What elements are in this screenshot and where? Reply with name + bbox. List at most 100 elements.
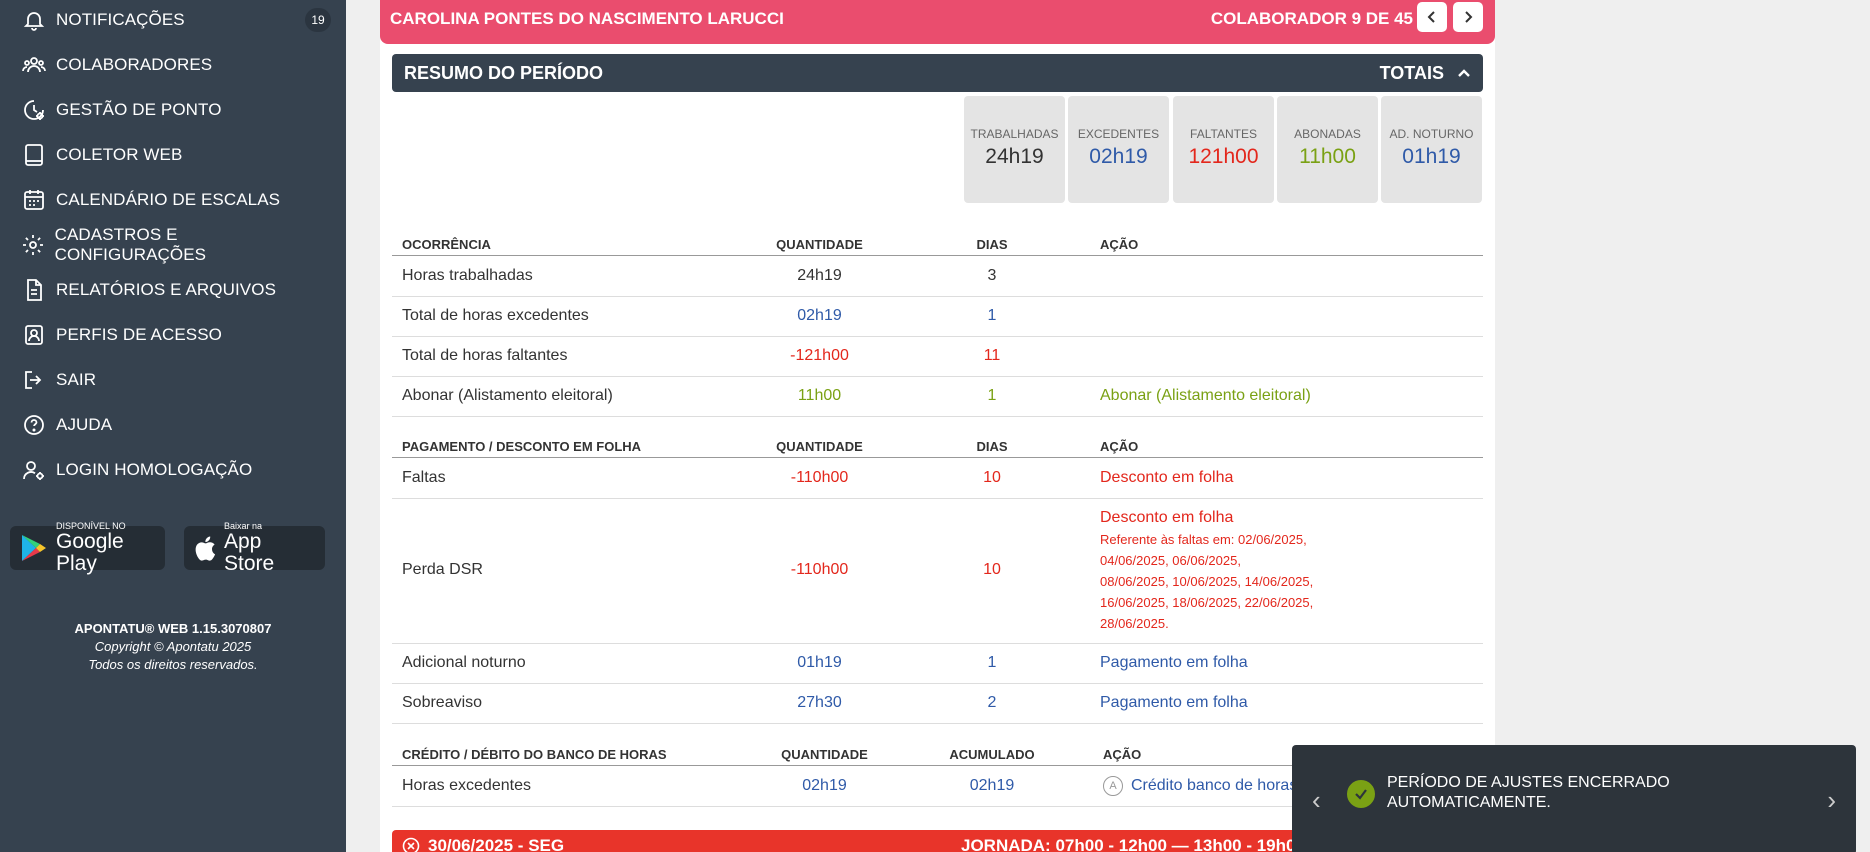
sidebar-item-colaboradores[interactable]: COLABORADORES: [20, 45, 320, 85]
copyright-text: Copyright © Apontatu 2025: [94, 639, 252, 654]
sidebar-item-sair[interactable]: SAIR: [20, 360, 320, 400]
dsr-reference-line: 16/06/2025, 18/06/2025, 22/06/2025,: [1100, 595, 1314, 610]
row-days: 1: [987, 307, 997, 324]
total-label: EXCEDENTES: [1077, 127, 1160, 141]
row-action: Abonar (Alistamento eleitoral): [1100, 387, 1311, 404]
sidebar-item-label: COLABORADORES: [56, 55, 213, 74]
next-employee-button[interactable]: [1453, 2, 1483, 32]
row-name: Total de horas excedentes: [402, 307, 589, 324]
total-label: ABONADAS: [1294, 127, 1361, 141]
total-value: 02h19: [1089, 145, 1148, 168]
row-name: Horas excedentes: [402, 777, 531, 794]
row-days: 1: [987, 387, 997, 404]
toast-prev-button[interactable]: ‹: [1312, 785, 1321, 816]
error-circle-icon: [402, 837, 420, 852]
total-box-abonadas: ABONADAS 11h00: [1277, 96, 1378, 203]
chevron-right-icon: [1465, 11, 1473, 23]
employee-header: CAROLINA PONTES DO NASCIMENTO LARUCCI CO…: [380, 0, 1495, 44]
sidebar-item-label: LOGIN HOMOLOGAÇÃO: [56, 460, 253, 479]
row-action: Desconto em folha: [1100, 509, 1234, 526]
row-name: Abonar (Alistamento eleitoral): [402, 387, 613, 404]
sidebar-item-gestao-de-ponto[interactable]: GESTÃO DE PONTO: [20, 90, 320, 130]
table-row: Horas trabalhadas 24h19 3: [392, 257, 1483, 297]
row-days: 11: [983, 347, 1001, 364]
total-value: 121h00: [1188, 145, 1259, 168]
payroll-header: PAGAMENTO / DESCONTO EM FOLHA QUANTIDADE…: [392, 436, 1483, 458]
total-box-ad-noturno: AD. NOTURNO 01h19: [1381, 96, 1482, 203]
check-circle-icon: [1347, 780, 1375, 808]
google-play-big-text: Google Play: [56, 530, 124, 575]
dsr-reference: Referente às faltas em: 02/06/2025, 04/0…: [1100, 529, 1313, 634]
apple-icon: [194, 535, 216, 561]
sidebar-item-relatorios[interactable]: RELATÓRIOS E ARQUIVOS: [20, 270, 320, 310]
row-days: 1: [987, 654, 997, 671]
row-days: 10: [983, 469, 1001, 486]
toast-next-button[interactable]: ›: [1827, 785, 1836, 816]
total-label: AD. NOTURNO: [1389, 127, 1474, 141]
row-action: Pagamento em folha: [1100, 654, 1248, 671]
google-play-button[interactable]: DISPONÍVEL NO Google Play: [10, 521, 165, 575]
sidebar-item-login-homologacao[interactable]: LOGIN HOMOLOGAÇÃO: [20, 450, 320, 490]
calendar-icon: [20, 186, 48, 214]
total-value: 11h00: [1299, 145, 1356, 168]
row-name: Adicional noturno: [402, 654, 526, 671]
col-header-action: AÇÃO: [1100, 237, 1139, 252]
sidebar-item-perfis[interactable]: PERFIS DE ACESSO: [20, 315, 320, 355]
table-row: Adicional noturno 01h19 1 Pagamento em f…: [392, 644, 1483, 684]
col-header-days: DIAS: [976, 237, 1008, 252]
row-accumulated: 02h19: [969, 777, 1015, 794]
col-header-days: DIAS: [976, 439, 1008, 454]
notification-toast: ‹ PERÍODO DE AJUSTES ENCERRADO AUTOMATIC…: [1292, 745, 1856, 852]
col-header-occurrence: OCORRÊNCIA: [402, 237, 491, 252]
row-name: Sobreaviso: [402, 694, 483, 711]
help-icon: [20, 411, 48, 439]
sidebar-item-notificacoes[interactable]: NOTIFICAÇÕES 19: [20, 0, 331, 40]
bell-icon: [20, 6, 48, 34]
row-qty: -110h00: [790, 561, 849, 578]
sidebar-item-ajuda[interactable]: AJUDA: [20, 405, 320, 445]
day-date: 30/06/2025 - SEG: [402, 836, 564, 852]
col-header-payroll: PAGAMENTO / DESCONTO EM FOLHA: [402, 439, 642, 454]
row-qty: -110h00: [790, 469, 849, 486]
sidebar-footer: APONTATU® WEB 1.15.3070807 Copyright © A…: [0, 620, 346, 674]
total-label: FALTANTES: [1190, 127, 1257, 141]
prev-employee-button[interactable]: [1417, 2, 1447, 32]
totals-label: TOTAIS: [1379, 63, 1444, 83]
sidebar-item-coletor-web[interactable]: COLETOR WEB: [20, 135, 320, 175]
row-qty: 11h00: [797, 387, 842, 404]
dsr-reference-line: 08/06/2025, 10/06/2025, 14/06/2025,: [1100, 574, 1314, 589]
sidebar-item-label: GESTÃO DE PONTO: [56, 100, 222, 119]
sidebar-item-cadastros[interactable]: CADASTROS E CONFIGURAÇÕES: [20, 225, 320, 265]
app-store-big-text: App Store: [224, 530, 275, 575]
auto-a-icon: A: [1103, 776, 1123, 796]
app-store-button[interactable]: Baixar na App Store: [184, 521, 325, 575]
day-date-text: 30/06/2025 - SEG: [428, 836, 565, 852]
col-header-qty: QUANTIDADE: [781, 747, 868, 762]
summary-title: RESUMO DO PERÍODO: [404, 63, 604, 83]
dsr-reference-line: Referente às faltas em: 02/06/2025,: [1100, 532, 1307, 547]
sidebar-item-label: AJUDA: [56, 415, 113, 434]
total-label: TRABALHADAS: [970, 127, 1059, 141]
sidebar-item-label: COLETOR WEB: [56, 145, 183, 164]
row-days: 3: [987, 267, 997, 284]
row-action: Desconto em folha: [1100, 469, 1234, 486]
total-value: 24h19: [985, 145, 1044, 168]
row-qty: 24h19: [797, 267, 842, 284]
id-badge-icon: [20, 321, 48, 349]
notification-count-badge: 19: [305, 8, 331, 32]
sidebar: NOTIFICAÇÕES 19 COLABORADORES GESTÃO DE …: [0, 0, 346, 852]
row-days: 10: [983, 561, 1001, 578]
employee-name: CAROLINA PONTES DO NASCIMENTO LARUCCI: [390, 9, 784, 28]
col-header-qty: QUANTIDADE: [776, 237, 863, 252]
totals-toggle[interactable]: TOTAIS: [1380, 63, 1471, 84]
col-header-qty: QUANTIDADE: [776, 439, 863, 454]
row-days: 2: [987, 694, 997, 711]
col-header-action: AÇÃO: [1100, 439, 1139, 454]
logout-icon: [20, 366, 48, 394]
dsr-reference-line: 04/06/2025, 06/06/2025,: [1100, 553, 1241, 568]
users-icon: [20, 51, 48, 79]
app-version: APONTATU® WEB 1.15.3070807: [74, 621, 272, 636]
sidebar-item-label: RELATÓRIOS E ARQUIVOS: [56, 280, 277, 299]
sidebar-item-calendario[interactable]: CALENDÁRIO DE ESCALAS: [20, 180, 320, 220]
summary-header: RESUMO DO PERÍODO TOTAIS: [392, 54, 1483, 92]
